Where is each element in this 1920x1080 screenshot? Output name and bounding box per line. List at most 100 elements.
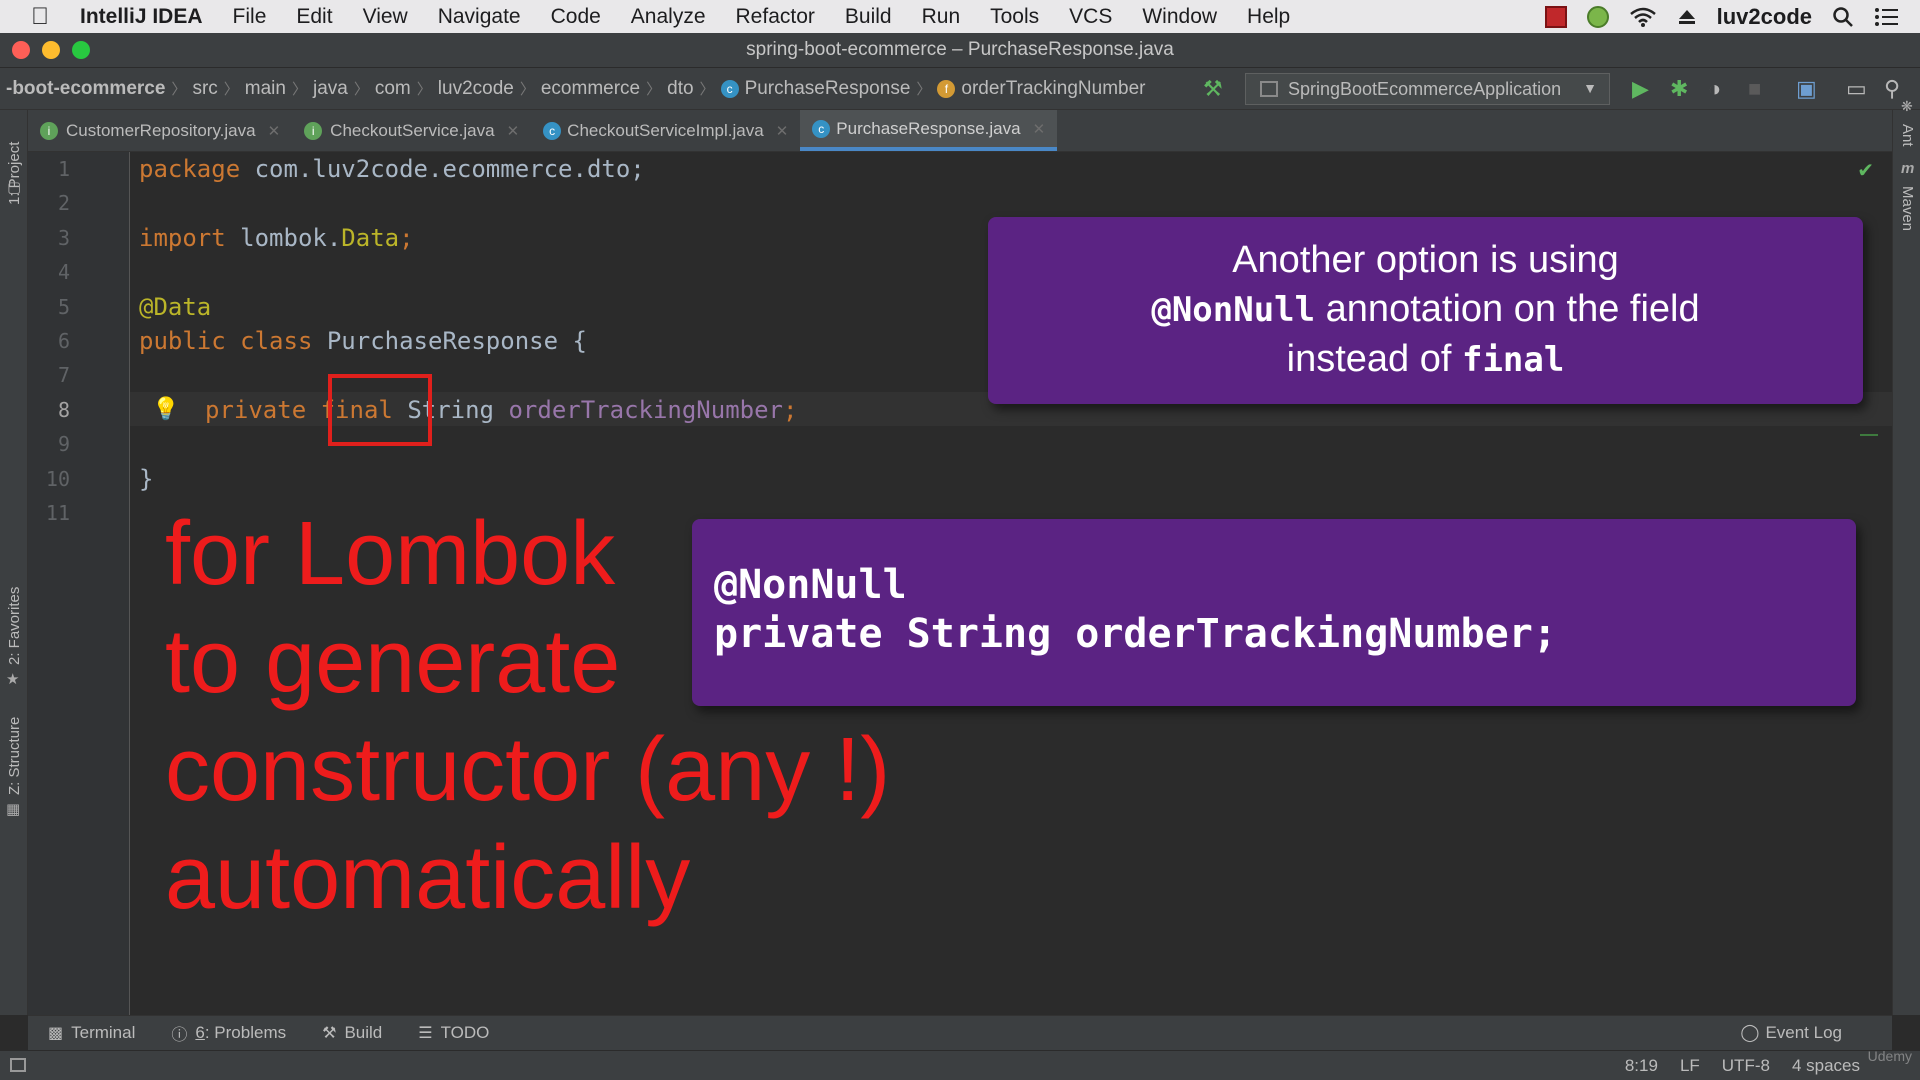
right-tool-strip: ❋ Ant m Maven: [1892, 98, 1920, 1015]
macos-menu-bar:  IntelliJ IDEA File Edit View Navigate …: [0, 0, 1920, 33]
eject-icon[interactable]: [1677, 7, 1697, 27]
window-maximize-button[interactable]: [72, 41, 90, 59]
code-token: PurchaseResponse {: [312, 327, 587, 355]
menu-help[interactable]: Help: [1247, 5, 1290, 29]
breadcrumb-ecommerce[interactable]: ecommerce: [535, 78, 646, 100]
menu-file[interactable]: File: [233, 5, 267, 29]
menu-app-name[interactable]: IntelliJ IDEA: [80, 5, 203, 29]
breadcrumb-main[interactable]: main: [239, 78, 292, 100]
terminal-tool-button[interactable]: ▩ Terminal: [48, 1023, 135, 1043]
menu-window[interactable]: Window: [1142, 5, 1217, 29]
close-icon[interactable]: ✕: [507, 122, 520, 140]
coverage-icon[interactable]: ◑: [1708, 76, 1721, 102]
menu-build[interactable]: Build: [845, 5, 892, 29]
tab-label: CustomerRepository.java: [66, 120, 256, 140]
code-token: }: [139, 465, 154, 493]
window-controls: [12, 41, 90, 59]
wifi-icon[interactable]: [1629, 6, 1657, 28]
breadcrumb-dto[interactable]: dto: [661, 78, 699, 100]
terminal-icon: ▩: [48, 1025, 64, 1042]
apple-icon[interactable]: : [0, 3, 80, 31]
line-number: 2: [57, 191, 70, 215]
breadcrumb-luv2code[interactable]: luv2code: [432, 78, 520, 100]
code-token: package: [139, 155, 241, 183]
code-line-8: private final String orderTrackingNumber…: [205, 393, 797, 427]
menu-view[interactable]: View: [363, 5, 408, 29]
line-separator[interactable]: LF: [1680, 1056, 1700, 1076]
tab-checkout-service-impl[interactable]: c CheckoutServiceImpl.java ✕: [531, 110, 800, 151]
editor-gutter[interactable]: 1 2 3 4 5 6 7 8 9 10 11: [28, 152, 130, 1015]
debug-bug-icon[interactable]: ✱: [1670, 76, 1688, 102]
todo-tool-button[interactable]: ☰ TODO: [418, 1023, 489, 1043]
search-everywhere-icon[interactable]: ⚲: [1884, 76, 1900, 102]
note-line: constructor (any !): [165, 720, 891, 820]
project-structure-icon[interactable]: ▣: [1796, 76, 1817, 102]
window-minimize-button[interactable]: [42, 41, 60, 59]
stop-icon[interactable]: ■: [1748, 76, 1761, 102]
problems-tool-button[interactable]: ⓘ 6: Problems: [171, 1021, 286, 1045]
chevron-down-icon: ▼: [1583, 80, 1597, 96]
event-log-button[interactable]: ◯ Event Log: [1740, 1023, 1842, 1043]
breadcrumb-src[interactable]: src: [186, 78, 223, 100]
menu-refactor[interactable]: Refactor: [736, 5, 815, 29]
status-bar: 8:19 LF UTF-8 4 spaces: [0, 1050, 1920, 1080]
breadcrumb-java[interactable]: java: [307, 78, 354, 100]
breadcrumb-com[interactable]: com: [369, 78, 417, 100]
menu-vcs[interactable]: VCS: [1069, 5, 1112, 29]
menu-analyze[interactable]: Analyze: [631, 5, 706, 29]
code-line-5: @Data: [139, 290, 211, 324]
code-token: import: [139, 224, 226, 252]
caret-position[interactable]: 8:19: [1625, 1056, 1658, 1076]
presentation-mode-icon[interactable]: ▭: [1846, 76, 1867, 102]
intention-lightbulb-icon[interactable]: 💡: [152, 396, 179, 422]
code-line-10: }: [139, 462, 153, 496]
tip-code: @NonNull: [1151, 290, 1316, 330]
final-keyword-highlight-box: [328, 374, 432, 446]
code-token: ;: [783, 396, 798, 424]
breadcrumb-project[interactable]: -boot-ecommerce: [0, 78, 171, 100]
inspection-ok-check-icon[interactable]: ✔: [1857, 158, 1874, 183]
star-icon: ★: [6, 671, 20, 688]
todo-label: TODO: [440, 1023, 490, 1042]
tip-line-2: @NonNull annotation on the field: [1151, 285, 1699, 335]
window-close-button[interactable]: [12, 41, 30, 59]
run-icon[interactable]: ▶: [1632, 76, 1649, 102]
tab-purchase-response[interactable]: c PurchaseResponse.java ✕: [800, 110, 1058, 151]
close-icon[interactable]: ✕: [268, 122, 281, 140]
field-icon: f: [937, 79, 956, 98]
line-number: 10: [45, 467, 70, 491]
ant-tool-button[interactable]: Ant: [1899, 124, 1916, 147]
breadcrumb-separator-icon: 〉: [699, 81, 715, 98]
close-icon[interactable]: ✕: [1033, 120, 1046, 138]
interface-icon: i: [304, 121, 323, 140]
breadcrumb-separator-icon: 〉: [171, 81, 187, 98]
user-name[interactable]: luv2code: [1717, 4, 1812, 30]
build-tool-button[interactable]: ⚒ Build: [322, 1023, 382, 1043]
tab-customer-repository[interactable]: i CustomerRepository.java ✕: [28, 110, 292, 151]
recording-icon[interactable]: [1544, 5, 1567, 28]
status-dot-icon[interactable]: [1586, 5, 1609, 28]
close-icon[interactable]: ✕: [776, 122, 789, 140]
tool-windows-toggle-icon[interactable]: [10, 1058, 26, 1072]
code-token: public: [139, 327, 226, 355]
menu-code[interactable]: Code: [551, 5, 601, 29]
tab-checkout-service[interactable]: i CheckoutService.java ✕: [292, 110, 531, 151]
menu-navigate[interactable]: Navigate: [438, 5, 521, 29]
build-hammer-icon[interactable]: ⚒: [1203, 76, 1223, 102]
indent-setting[interactable]: 4 spaces: [1792, 1056, 1860, 1076]
favorites-tool-button[interactable]: 2: Favorites: [6, 587, 23, 665]
spotlight-search-icon[interactable]: [1832, 6, 1854, 28]
structure-tool-button[interactable]: Z: Structure: [6, 717, 23, 795]
maven-tool-button[interactable]: Maven: [1899, 186, 1916, 231]
info-icon: ⓘ: [171, 1027, 188, 1044]
notification-center-icon[interactable]: [1874, 7, 1900, 27]
menu-edit[interactable]: Edit: [296, 5, 332, 29]
file-encoding[interactable]: UTF-8: [1722, 1056, 1770, 1076]
run-configuration-dropdown[interactable]: SpringBootEcommerceApplication ▼: [1245, 73, 1610, 105]
breadcrumb-field[interactable]: f orderTrackingNumber: [931, 78, 1151, 100]
run-config-label: SpringBootEcommerceApplication: [1288, 78, 1562, 99]
menu-run[interactable]: Run: [922, 5, 961, 29]
menu-tools[interactable]: Tools: [990, 5, 1039, 29]
breadcrumb-class[interactable]: c PurchaseResponse: [715, 78, 917, 100]
code-token: orderTrackingNumber: [508, 396, 784, 424]
